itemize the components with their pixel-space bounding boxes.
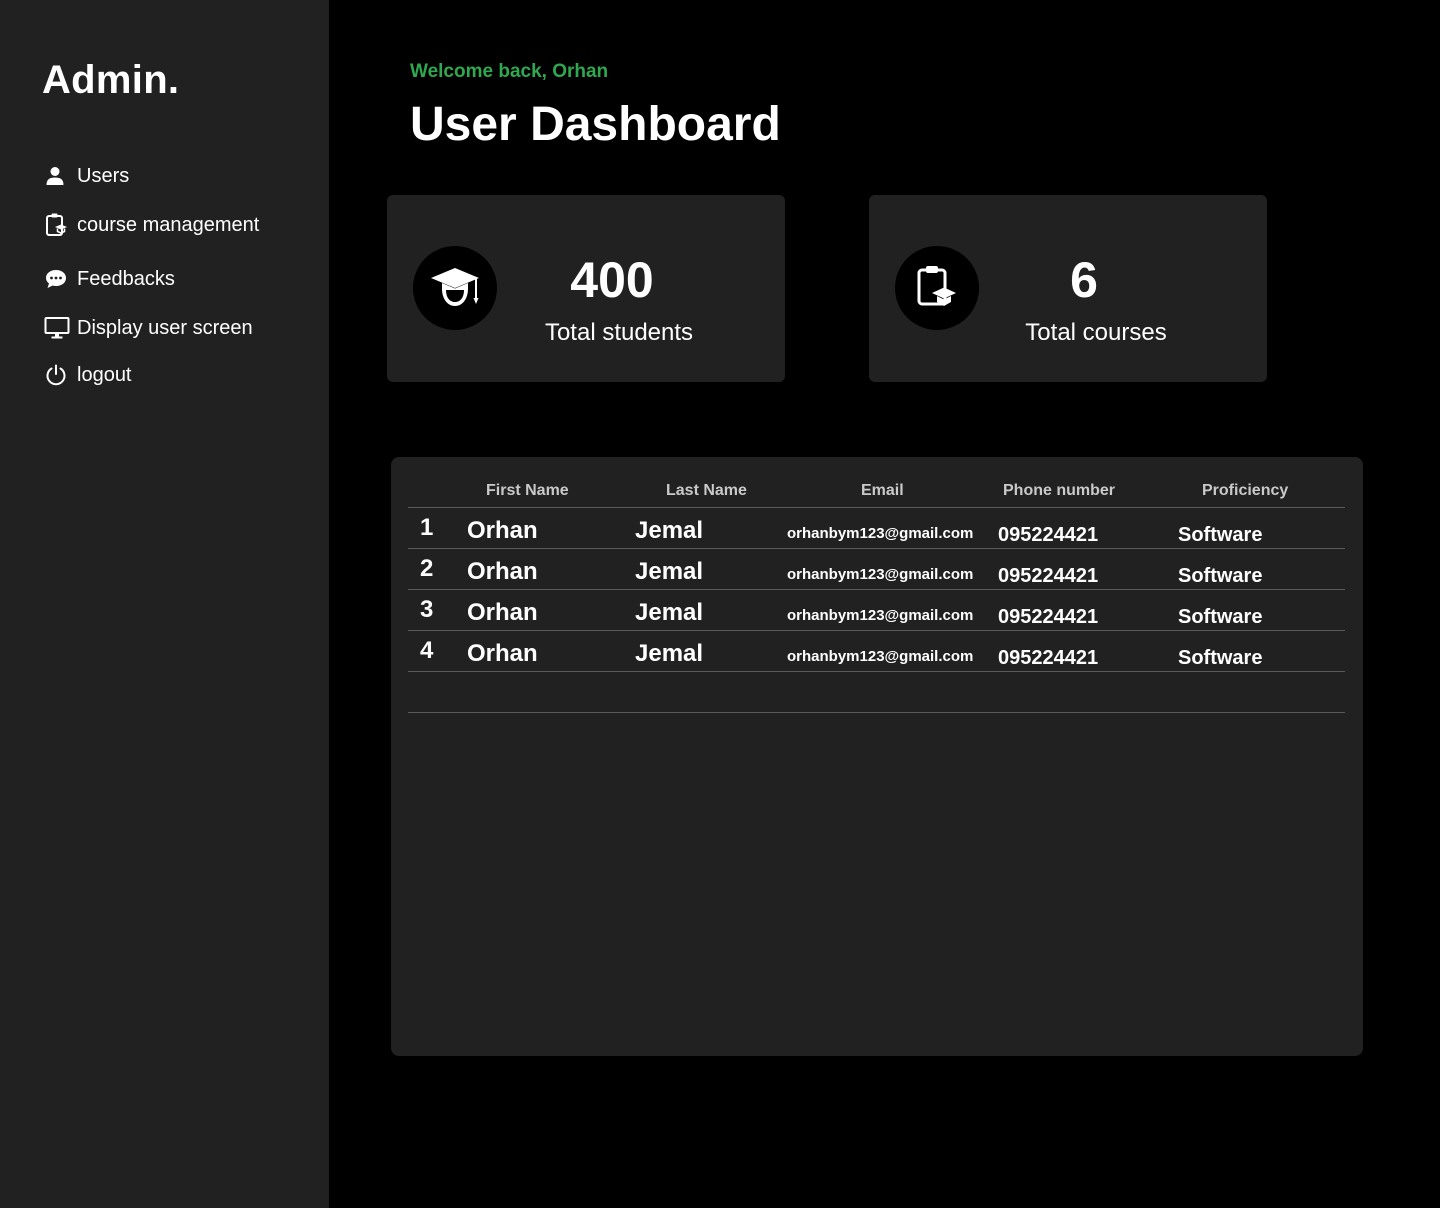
cell-first-name: Orhan: [467, 517, 538, 544]
cell-last-name: Jemal: [635, 599, 704, 626]
row-index: 3: [420, 596, 434, 623]
page-title: User Dashboard: [410, 98, 781, 151]
sidebar-item-display-user-screen[interactable]: Display user screen: [44, 315, 253, 341]
cell-last-name: Jemal: [635, 558, 704, 585]
monitor-icon: [44, 315, 70, 341]
cell-proficiency: Software: [1178, 524, 1263, 546]
stat-card-students: 400 Total students: [387, 195, 785, 382]
power-icon: [44, 362, 70, 388]
stat-label: Total students: [544, 319, 694, 346]
sidebar-item-label: Feedbacks: [77, 267, 175, 290]
cell-phone: 095224421: [998, 565, 1099, 587]
cell-proficiency: Software: [1178, 606, 1263, 628]
cell-phone: 095224421: [998, 524, 1099, 546]
cell-first-name: Orhan: [467, 558, 538, 585]
admin-dashboard: Admin. Users course management Feedbacks…: [0, 0, 1440, 1208]
sidebar: Admin. Users course management Feedbacks…: [0, 0, 329, 1208]
cell-phone: 095224421: [998, 606, 1099, 628]
row-index: 4: [420, 637, 434, 664]
sidebar-item-label: course management: [77, 213, 260, 236]
sidebar-item-label: logout: [77, 363, 132, 386]
sidebar-item-label: Display user screen: [77, 316, 253, 339]
cell-proficiency: Software: [1178, 647, 1263, 669]
cell-phone: 095224421: [998, 647, 1099, 669]
graduation-cap-icon: [413, 246, 497, 330]
brand-logo: Admin.: [42, 58, 180, 102]
users-table: First Name Last Name Email Phone number …: [391, 457, 1363, 1056]
course-clipboard-icon: [895, 246, 979, 330]
column-header-email: Email: [861, 482, 904, 499]
table-row[interactable]: 1 Orhan Jemal orhanbym123@gmail.com 0952…: [408, 508, 1345, 549]
cell-first-name: Orhan: [467, 640, 538, 667]
table-row[interactable]: 4 Orhan Jemal orhanbym123@gmail.com 0952…: [408, 631, 1345, 672]
column-header-last-name: Last Name: [666, 482, 747, 499]
stat-card-courses: 6 Total courses: [869, 195, 1267, 382]
cell-email: orhanbym123@gmail.com: [787, 607, 974, 624]
cell-first-name: Orhan: [467, 599, 538, 626]
stat-value: 400: [570, 252, 654, 308]
column-header-first-name: First Name: [486, 482, 569, 499]
welcome-message: Welcome back, Orhan: [410, 61, 609, 82]
row-index: 2: [420, 555, 434, 582]
cell-last-name: Jemal: [635, 517, 704, 544]
sidebar-item-label: Users: [77, 164, 130, 187]
user-icon: [44, 163, 70, 189]
cell-proficiency: Software: [1178, 565, 1263, 587]
sidebar-item-logout[interactable]: logout: [44, 362, 132, 388]
row-index: 1: [420, 514, 434, 541]
table-row[interactable]: 3 Orhan Jemal orhanbym123@gmail.com 0952…: [408, 590, 1345, 631]
sidebar-item-users[interactable]: Users: [44, 163, 129, 189]
column-header-proficiency: Proficiency: [1202, 482, 1289, 499]
column-header-phone: Phone number: [1003, 482, 1116, 499]
table-row[interactable]: 2 Orhan Jemal orhanbym123@gmail.com 0952…: [408, 549, 1345, 590]
cell-email: orhanbym123@gmail.com: [787, 566, 974, 583]
cell-last-name: Jemal: [635, 640, 704, 667]
sidebar-item-feedbacks[interactable]: Feedbacks: [44, 266, 175, 292]
table-divider: [408, 712, 1345, 713]
sidebar-item-course-management[interactable]: course management: [44, 212, 259, 238]
clipboard-icon: [44, 212, 70, 238]
chat-bubble-icon: [44, 266, 70, 292]
cell-email: orhanbym123@gmail.com: [787, 648, 974, 665]
stat-label: Total courses: [1025, 319, 1167, 346]
cell-email: orhanbym123@gmail.com: [787, 525, 974, 542]
stat-value: 6: [1070, 252, 1098, 308]
